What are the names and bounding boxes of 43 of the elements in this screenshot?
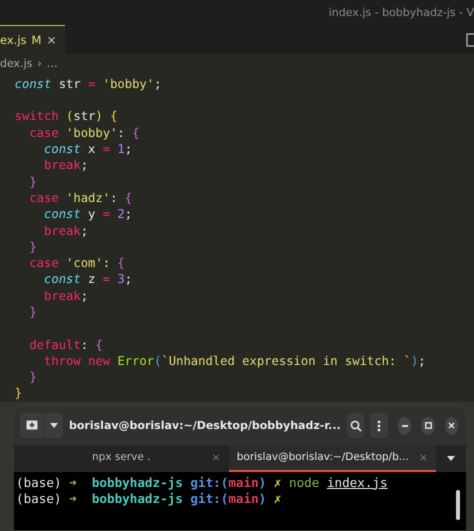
- menu-icon: [377, 420, 382, 432]
- maximize-button[interactable]: [421, 416, 435, 435]
- breadcrumb-separator: ›: [37, 56, 42, 70]
- code-line: break;: [43, 157, 90, 174]
- code-line: case 'hadz': {: [28, 190, 134, 206]
- code-line: throw new Error(`Unhandled expression in switch: `);: [43, 352, 427, 370]
- close-button[interactable]: [444, 416, 458, 435]
- code-line: switch (str) {: [14, 108, 118, 125]
- code-line: case 'com': {: [28, 255, 126, 272]
- maximize-icon: [424, 422, 432, 430]
- code-line: const x = 1;: [43, 141, 134, 158]
- terminal-title: borislav@borislav:~/Desktop/bobbyhadz-r...: [69, 419, 341, 432]
- terminal-line: (base) ➜ bobbyhadz-js git:(main) ✗ node index.js: [16, 474, 388, 491]
- close-icon: [448, 422, 455, 430]
- editor-tab[interactable]: ex.js M ×: [0, 25, 65, 54]
- code-line: case 'bobby': {: [28, 124, 140, 142]
- minimize-button[interactable]: [398, 416, 412, 435]
- code-line: const y = 2;: [43, 206, 134, 222]
- terminal-tab[interactable]: borislav@borislav:~/Desktop/b... ×: [228, 444, 436, 472]
- code-line: break;: [43, 222, 90, 239]
- code-line: const str = 'bobby';: [14, 76, 162, 92]
- code-line: }: [28, 304, 38, 320]
- code-line: }: [28, 369, 38, 386]
- code-line: }: [28, 238, 38, 256]
- scrollbar[interactable]: [456, 490, 460, 520]
- code-line: const z = 3;: [43, 271, 134, 288]
- new-tab-icon: [26, 420, 38, 432]
- code-line: break;: [43, 288, 90, 304]
- code-line: default: {: [28, 336, 104, 353]
- search-icon: [350, 420, 362, 432]
- dropdown-button[interactable]: [45, 413, 63, 438]
- code-line: }: [14, 385, 24, 402]
- caret-icon: [50, 423, 58, 428]
- search-button[interactable]: [346, 413, 364, 438]
- new-tab-button[interactable]: [20, 413, 44, 438]
- menu-button[interactable]: [370, 413, 388, 438]
- breadcrumb-symbol[interactable]: …: [46, 56, 58, 70]
- breadcrumb-file[interactable]: dex.js: [0, 56, 32, 70]
- code-line: }: [28, 174, 38, 190]
- caret-icon[interactable]: [447, 456, 455, 461]
- minimize-icon: [402, 424, 408, 427]
- window-title: index.js - bobbyhadz-js - V: [328, 6, 474, 20]
- terminal-line: (base) ➜ bobbyhadz-js git:(main) ✗: [16, 490, 282, 507]
